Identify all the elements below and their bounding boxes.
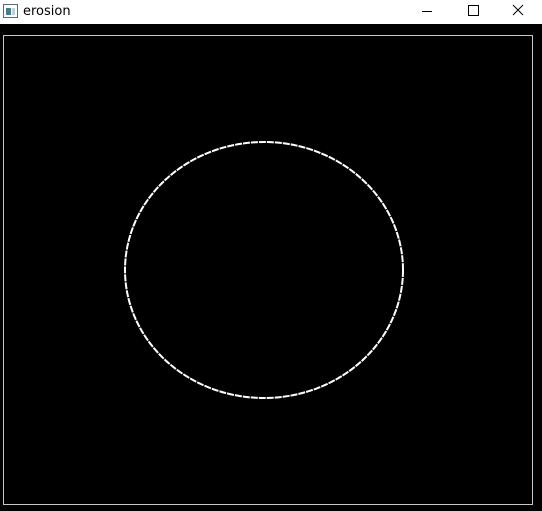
minimize-icon (422, 11, 432, 12)
app-window-icon[interactable] (3, 4, 18, 18)
erosion-window: erosion (0, 0, 542, 511)
close-button[interactable] (496, 0, 542, 24)
window-title: erosion (23, 4, 71, 19)
minimize-button[interactable] (404, 0, 450, 24)
maximize-button[interactable] (450, 0, 496, 24)
erosion-image (3, 35, 533, 505)
app-icon-pane-left (6, 8, 11, 15)
app-icon-pane-right (12, 8, 15, 15)
image-border (3, 35, 533, 505)
maximize-icon (468, 5, 479, 16)
close-icon (512, 4, 524, 16)
title-bar[interactable]: erosion (0, 0, 542, 24)
image-display-area[interactable] (0, 27, 542, 511)
